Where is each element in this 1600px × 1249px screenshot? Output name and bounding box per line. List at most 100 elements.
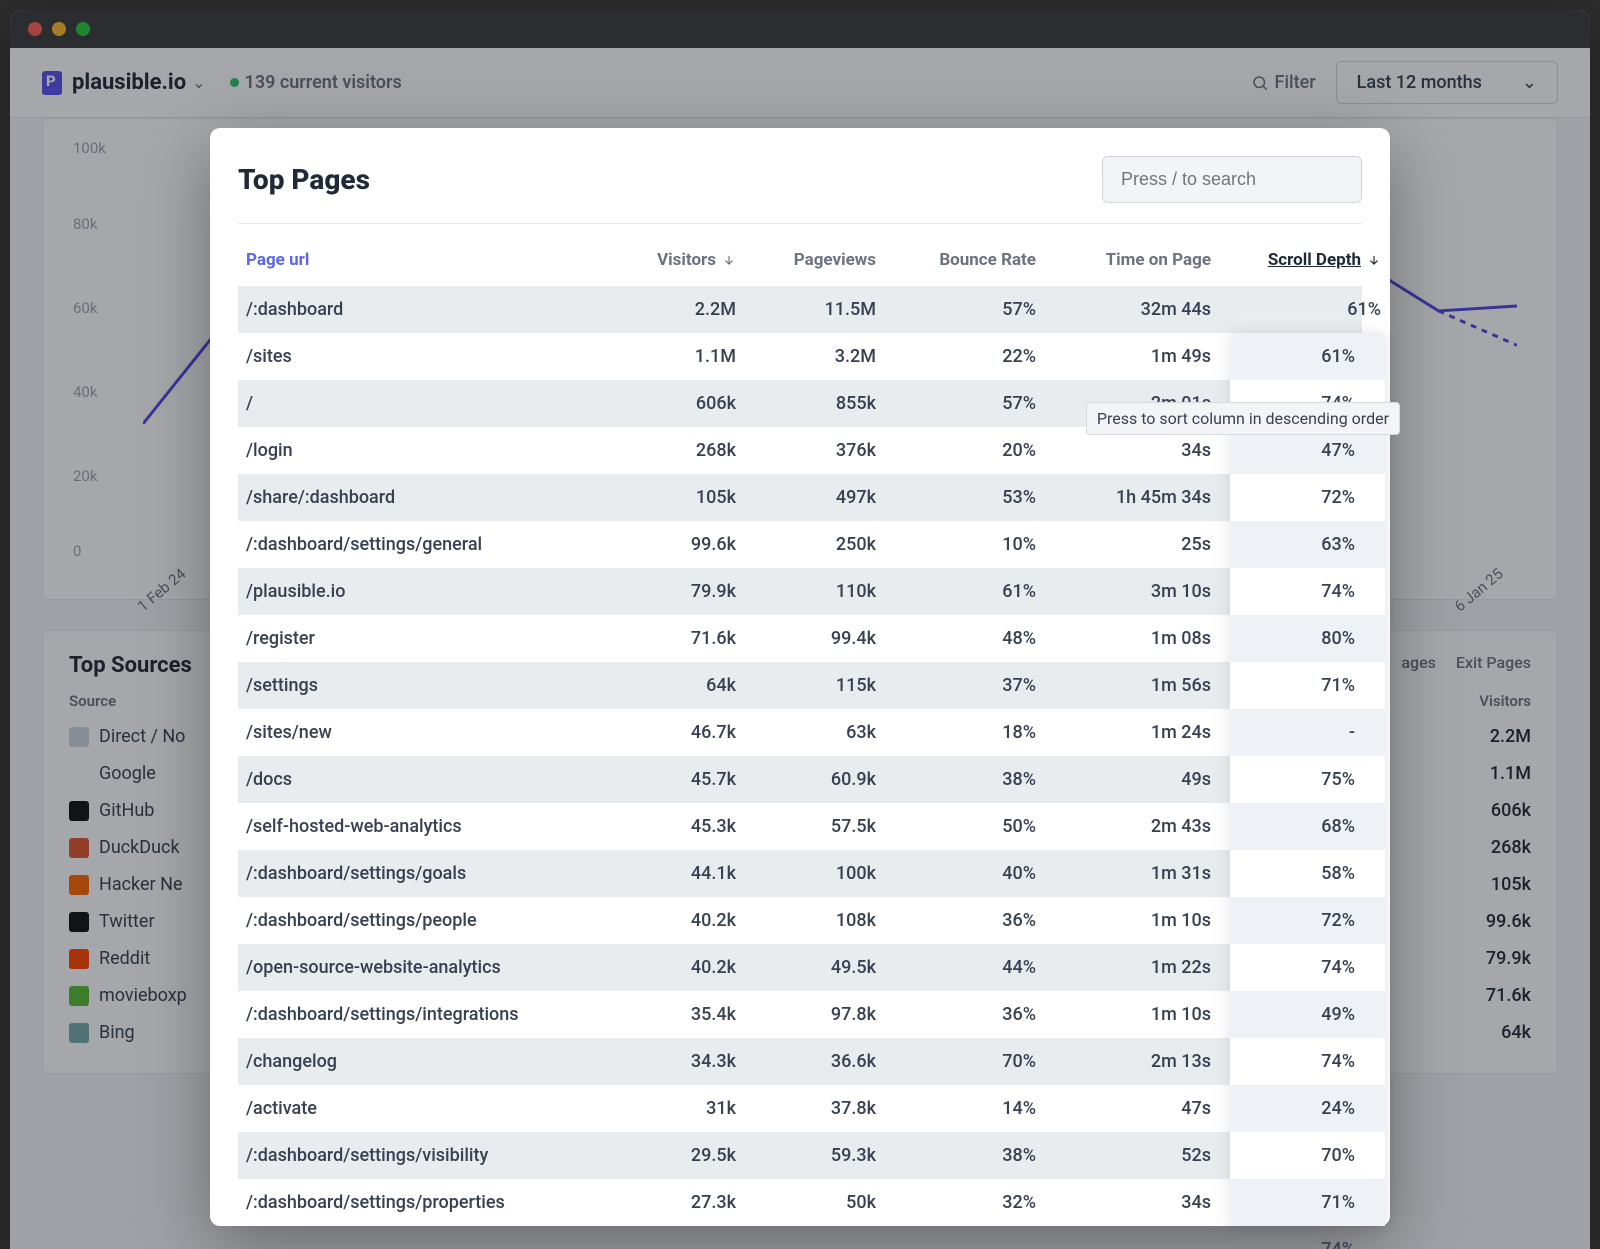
- cell-url: /settings: [246, 675, 596, 696]
- cell-pageviews: 57.5k: [736, 816, 876, 837]
- cell-pageviews: 3.2M: [736, 346, 876, 367]
- cell-bounce: 20%: [876, 440, 1036, 461]
- cell-url: /login: [246, 440, 596, 461]
- top-pages-modal: Top Pages Page url Visitors Pageviews Bo…: [210, 128, 1390, 1226]
- cell-scroll-depth: 71%: [1211, 628, 1381, 649]
- cell-visitors: 40.2k: [596, 910, 736, 931]
- table-row[interactable]: /:dashboard/settings/people40.2k108k36%1…: [238, 897, 1362, 944]
- col-visitors[interactable]: Visitors: [596, 250, 736, 270]
- cell-scroll-depth: 74%: [1211, 346, 1381, 367]
- table-row[interactable]: /settings64k115k37%1m 56s-: [238, 662, 1362, 709]
- cell-time: 1m 22s: [1036, 957, 1211, 978]
- cell-url: /:dashboard: [246, 299, 596, 320]
- table-row[interactable]: /:dashboard2.2M11.5M57%32m 44s61%: [238, 286, 1362, 333]
- cell-pageviews: 497k: [736, 487, 876, 508]
- cell-scroll-depth: 74%: [1211, 1004, 1381, 1025]
- cell-time: 1m 24s: [1036, 722, 1211, 743]
- table-row[interactable]: /register71.6k99.4k48%1m 08s71%: [238, 615, 1362, 662]
- cell-url: /open-source-website-analytics: [246, 957, 596, 978]
- col-page-url: Page url: [246, 250, 596, 270]
- cell-scroll-depth: 74%: [1211, 910, 1381, 931]
- cell-time: 1m 56s: [1036, 675, 1211, 696]
- cell-pageviews: 37.8k: [736, 1098, 876, 1119]
- cell-pageviews: 99.4k: [736, 628, 876, 649]
- cell-bounce: 57%: [876, 393, 1036, 414]
- cell-url: /activate: [246, 1098, 596, 1119]
- cell-url: /docs: [246, 769, 596, 790]
- search-input[interactable]: [1102, 156, 1362, 203]
- col-scroll-depth[interactable]: Scroll Depth: [1211, 250, 1381, 270]
- col-pageviews[interactable]: Pageviews: [736, 250, 876, 270]
- cell-url: /: [246, 393, 596, 414]
- cell-time: 3m 10s: [1036, 581, 1211, 602]
- cell-visitors: 105k: [596, 487, 736, 508]
- cell-time: 47s: [1036, 1098, 1211, 1119]
- cell-url: /:dashboard/settings/integrations: [246, 1004, 596, 1025]
- cell-bounce: 36%: [876, 910, 1036, 931]
- cell-visitors: 35.4k: [596, 1004, 736, 1025]
- sort-tooltip: Press to sort column in descending order: [1086, 402, 1400, 435]
- cell-bounce: 38%: [876, 769, 1036, 790]
- cell-visitors: 64k: [596, 675, 736, 696]
- cell-pageviews: 110k: [736, 581, 876, 602]
- cell-time: 1m 08s: [1036, 628, 1211, 649]
- cell-visitors: 1.1M: [596, 346, 736, 367]
- arrow-down-icon: [1367, 253, 1381, 267]
- col-bounce-rate[interactable]: Bounce Rate: [876, 250, 1036, 270]
- table-row[interactable]: /changelog34.3k36.6k70%2m 13s24%: [238, 1038, 1362, 1085]
- arrow-down-icon: [722, 253, 736, 267]
- cell-scroll-depth: 72%: [1211, 863, 1381, 884]
- table-row[interactable]: /:dashboard/settings/properties27.3k50k3…: [238, 1179, 1362, 1226]
- cell-time: 52s: [1036, 1145, 1211, 1166]
- cell-url: /plausible.io: [246, 581, 596, 602]
- cell-scroll-depth: 70%: [1211, 1098, 1381, 1119]
- cell-visitors: 27.3k: [596, 1192, 736, 1213]
- cell-visitors: 31k: [596, 1098, 736, 1119]
- cell-bounce: 18%: [876, 722, 1036, 743]
- table-row[interactable]: /share/:dashboard105k497k53%1h 45m 34s63…: [238, 474, 1362, 521]
- table-row[interactable]: /:dashboard/settings/integrations35.4k97…: [238, 991, 1362, 1038]
- cell-scroll-depth: 80%: [1211, 581, 1381, 602]
- table-row[interactable]: /plausible.io79.9k110k61%3m 10s80%: [238, 568, 1362, 615]
- cell-scroll-depth: 68%: [1211, 769, 1381, 790]
- cell-time: 25s: [1036, 534, 1211, 555]
- cell-url: /:dashboard/settings/people: [246, 910, 596, 931]
- cell-bounce: 38%: [876, 1145, 1036, 1166]
- cell-time: 34s: [1036, 440, 1211, 461]
- cell-time: 1m 10s: [1036, 910, 1211, 931]
- cell-bounce: 50%: [876, 816, 1036, 837]
- cell-url: /:dashboard/settings/visibility: [246, 1145, 596, 1166]
- cell-visitors: 34.3k: [596, 1051, 736, 1072]
- cell-time: 1m 49s: [1036, 346, 1211, 367]
- cell-visitors: 40.2k: [596, 957, 736, 978]
- cell-visitors: 44.1k: [596, 863, 736, 884]
- cell-time: 34s: [1036, 1192, 1211, 1213]
- cell-visitors: 2.2M: [596, 299, 736, 320]
- table-row[interactable]: /:dashboard/settings/visibility29.5k59.3…: [238, 1132, 1362, 1179]
- cell-pageviews: 50k: [736, 1192, 876, 1213]
- cell-scroll-depth: 49%: [1211, 957, 1381, 978]
- cell-pageviews: 60.9k: [736, 769, 876, 790]
- cell-pageviews: 59.3k: [736, 1145, 876, 1166]
- cell-visitors: 46.7k: [596, 722, 736, 743]
- cell-pageviews: 97.8k: [736, 1004, 876, 1025]
- table-row[interactable]: /docs45.7k60.9k38%49s68%: [238, 756, 1362, 803]
- cell-visitors: 45.7k: [596, 769, 736, 790]
- cell-time: 2m 43s: [1036, 816, 1211, 837]
- cell-visitors: 99.6k: [596, 534, 736, 555]
- table-row[interactable]: /activate31k37.8k14%47s70%: [238, 1085, 1362, 1132]
- cell-scroll-depth: 63%: [1211, 487, 1381, 508]
- col-time-on-page[interactable]: Time on Page: [1036, 250, 1211, 270]
- cell-url: /sites: [246, 346, 596, 367]
- cell-pageviews: 49.5k: [736, 957, 876, 978]
- table-row[interactable]: /self-hosted-web-analytics45.3k57.5k50%2…: [238, 803, 1362, 850]
- table-row[interactable]: /sites/new46.7k63k18%1m 24s75%: [238, 709, 1362, 756]
- table-row[interactable]: /:dashboard/settings/general99.6k250k10%…: [238, 521, 1362, 568]
- table-row[interactable]: /sites1.1M3.2M22%1m 49s74%: [238, 333, 1362, 380]
- cell-bounce: 48%: [876, 628, 1036, 649]
- cell-bounce: 70%: [876, 1051, 1036, 1072]
- cell-url: /sites/new: [246, 722, 596, 743]
- table-row[interactable]: /open-source-website-analytics40.2k49.5k…: [238, 944, 1362, 991]
- cell-url: /register: [246, 628, 596, 649]
- table-row[interactable]: /:dashboard/settings/goals44.1k100k40%1m…: [238, 850, 1362, 897]
